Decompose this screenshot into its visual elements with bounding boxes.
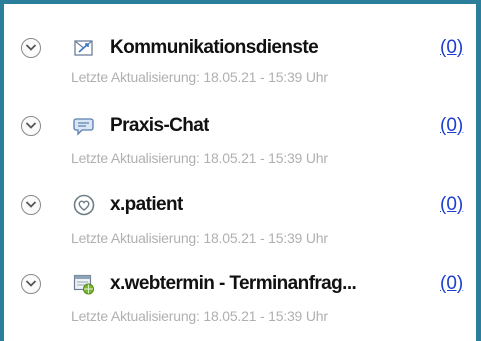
item-title[interactable]: x.webtermin - Terminanfrag...	[110, 273, 356, 295]
chevron-down-icon[interactable]	[21, 274, 41, 294]
heart-shield-icon	[73, 194, 95, 216]
list-item-x-patient[interactable]: x.patient (0) Letzte Aktualisierung: 18.…	[0, 160, 476, 246]
item-last-updated: Letzte Aktualisierung: 18.05.21 - 15:39 …	[71, 308, 328, 324]
item-count-link[interactable]: (0)	[440, 273, 463, 295]
chevron-down-icon[interactable]	[21, 38, 41, 58]
notification-panel: Kommunikationsdienste (0) Letzte Aktuali…	[0, 0, 481, 341]
item-title[interactable]: Praxis-Chat	[110, 115, 209, 137]
chevron-down-icon[interactable]	[21, 116, 41, 136]
item-count-link[interactable]: (0)	[440, 37, 463, 59]
item-count-link[interactable]: (0)	[440, 194, 463, 216]
list-item-x-webtermin[interactable]: x.webtermin - Terminanfrag... (0) Letzte…	[0, 240, 476, 324]
panel-border-right	[476, 0, 481, 341]
list-item-kommunikationsdienste[interactable]: Kommunikationsdienste (0) Letzte Aktuali…	[0, 0, 476, 85]
web-calendar-icon	[73, 273, 95, 295]
chat-icon	[73, 115, 95, 137]
item-title[interactable]: Kommunikationsdienste	[110, 37, 318, 59]
chevron-down-icon[interactable]	[21, 195, 41, 215]
item-count-link[interactable]: (0)	[440, 115, 463, 137]
item-title[interactable]: x.patient	[110, 194, 183, 216]
communication-icon	[73, 37, 95, 59]
list-item-praxis-chat[interactable]: Praxis-Chat (0) Letzte Aktualisierung: 1…	[0, 80, 476, 166]
